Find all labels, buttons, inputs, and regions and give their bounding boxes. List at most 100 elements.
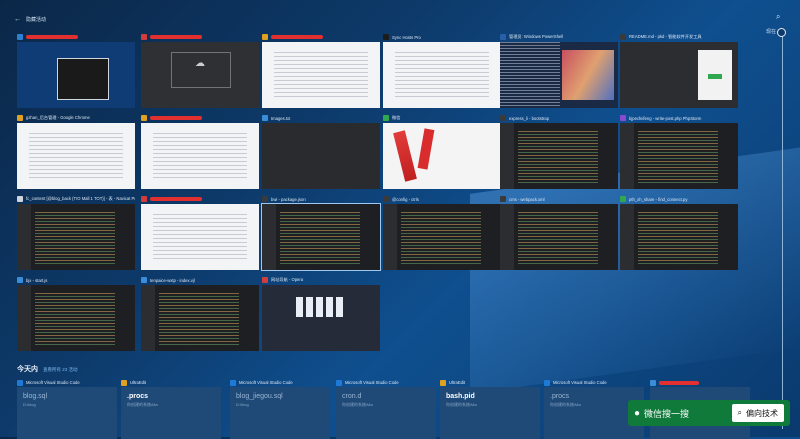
- window-title: fc_content [@blog_back (TIO Mall 1 TOT)]…: [26, 196, 135, 201]
- window-card[interactable]: Sync Hosts Pro: [383, 32, 501, 108]
- window-card[interactable]: tenpaice-wxtp - index.vjl: [141, 275, 259, 351]
- window-card[interactable]: Images.txt: [262, 113, 380, 189]
- file-location: D:\blog: [23, 402, 36, 407]
- app-icon: [500, 196, 506, 202]
- redacted-title: [26, 35, 78, 39]
- file-location: 你创建的系统Alla: [342, 402, 373, 407]
- window-card[interactable]: README.md - pkd - 智能软件开发工具: [620, 32, 738, 108]
- window-card-header: Sync Hosts Pro: [383, 32, 501, 42]
- app-icon: [141, 277, 147, 283]
- today-section-title: 今天内 查看所有 23 活动: [17, 364, 78, 374]
- window-card[interactable]: [262, 32, 380, 108]
- window-thumbnail[interactable]: [262, 123, 380, 189]
- window-card[interactable]: pth_xh_share - find_connect.py: [620, 194, 738, 270]
- wechat-label: 微信搜一搜: [644, 408, 690, 419]
- window-thumbnail[interactable]: [500, 42, 618, 108]
- window-card[interactable]: [141, 194, 259, 270]
- window-title: README.md - pkd - 智能软件开发工具: [629, 34, 702, 39]
- recent-file-card[interactable]: UltraEdit .procs 你创建的系统Alla: [121, 378, 221, 439]
- window-thumbnail[interactable]: [17, 123, 135, 189]
- wechat-search-text: 偏向技术: [746, 408, 778, 418]
- app-name: Microsoft Visual Studio Code: [553, 380, 607, 385]
- app-icon: [17, 34, 23, 40]
- window-thumbnail[interactable]: [500, 204, 618, 270]
- window-thumbnail[interactable]: [500, 123, 618, 189]
- file-card-body[interactable]: blog.sql D:\blog: [17, 387, 117, 439]
- window-title: 微信: [392, 115, 401, 120]
- file-location: 你创建的系统Alla: [550, 402, 581, 407]
- window-thumbnail[interactable]: [261, 203, 381, 271]
- window-thumbnail[interactable]: [141, 42, 259, 108]
- window-card[interactable]: 管理员: Windows PowerShell: [500, 32, 618, 108]
- recent-file-card[interactable]: Microsoft Visual Studio Code cron.d 你创建的系统…: [336, 378, 436, 439]
- window-card-header: [17, 32, 135, 42]
- recent-file-card[interactable]: Microsoft Visual Studio Code blog.sql D:\b…: [17, 378, 117, 439]
- timeline-track[interactable]: [782, 34, 783, 429]
- window-thumbnail[interactable]: [620, 204, 738, 270]
- window-card[interactable]: 微信: [383, 113, 501, 189]
- see-all-activities-link[interactable]: 查看所有 23 活动: [43, 367, 78, 372]
- window-card[interactable]: bwi - package.json: [261, 194, 381, 271]
- app-name: UltraEdit: [449, 380, 466, 385]
- app-name: UltraEdit: [130, 380, 147, 385]
- window-thumbnail[interactable]: [17, 285, 135, 351]
- window-card[interactable]: [141, 113, 259, 189]
- wechat-search-pill: ⌕ 偏向技术: [731, 404, 784, 422]
- app-icon: [544, 379, 550, 386]
- file-card-body[interactable]: bash.pid 你创建的系统Alla: [440, 387, 540, 439]
- window-card[interactable]: fc_content [@blog_back (TIO Mall 1 TOT)]…: [17, 194, 135, 270]
- window-thumbnail[interactable]: [141, 204, 259, 270]
- timeline-now-label: 现在: [766, 29, 777, 35]
- app-icon: [336, 379, 342, 386]
- top-bar: ← 隐藏活动: [14, 12, 46, 26]
- app-icon: [262, 196, 268, 202]
- window-card[interactable]: [17, 32, 135, 108]
- app-icon: [440, 379, 446, 386]
- file-name: blog_jiegou.sql: [236, 393, 283, 400]
- file-card-header: UltraEdit: [440, 378, 540, 387]
- window-thumbnail[interactable]: [17, 204, 135, 270]
- window-card[interactable]: gzhan_后台管理 - Google Chrome: [17, 113, 135, 189]
- redacted-title: [150, 35, 202, 39]
- window-card[interactable]: @config - ctrls: [383, 194, 501, 270]
- window-thumbnail[interactable]: [383, 123, 501, 189]
- window-card[interactable]: [141, 32, 259, 108]
- window-card-header: [141, 113, 259, 123]
- app-icon: [620, 115, 626, 121]
- window-title: Sync Hosts Pro: [392, 34, 421, 40]
- window-thumbnail[interactable]: [17, 42, 135, 108]
- window-card[interactable]: cms - webpack.xml: [500, 194, 618, 270]
- window-card[interactable]: express_li - bootstrap: [500, 113, 618, 189]
- file-name: .procs: [550, 393, 570, 400]
- redacted-title: [659, 380, 699, 385]
- file-card-body[interactable]: blog_jiegou.sql D:\blog: [230, 387, 330, 439]
- hide-activity-link[interactable]: 隐藏活动: [26, 16, 46, 23]
- window-thumbnail[interactable]: [620, 42, 738, 108]
- file-card-body[interactable]: .procs 你创建的系统Alla: [121, 387, 221, 439]
- window-card-header: [141, 32, 259, 42]
- window-thumbnail[interactable]: [383, 204, 501, 270]
- window-card-header: 微信: [383, 113, 501, 123]
- window-title: pth_xh_share - find_connect.py: [629, 196, 688, 202]
- window-card-header: @config - ctrls: [383, 194, 501, 204]
- window-thumbnail[interactable]: [620, 123, 738, 189]
- window-thumbnail[interactable]: [383, 42, 501, 108]
- recent-file-card[interactable]: UltraEdit bash.pid 你创建的系统Alla: [440, 378, 540, 439]
- window-thumbnail[interactable]: [262, 285, 380, 351]
- window-title: tenpaice-wxtp - index.vjl: [150, 277, 195, 283]
- recent-file-card[interactable]: Microsoft Visual Studio Code blog_jiegou.…: [230, 378, 330, 439]
- window-thumbnail[interactable]: [262, 42, 380, 108]
- back-arrow-icon[interactable]: ←: [14, 16, 21, 23]
- window-card-header: [141, 194, 259, 204]
- window-thumbnail[interactable]: [141, 123, 259, 189]
- search-icon[interactable]: ⌕: [776, 12, 780, 22]
- window-card[interactable]: bjx - start.js: [17, 275, 135, 351]
- app-icon: [17, 277, 23, 283]
- timeline-knob[interactable]: [777, 28, 786, 37]
- window-card[interactable]: 网站导航 - Opera: [262, 275, 380, 351]
- window-title: bjpecfeifeng - write-post.php PhpStorm: [629, 115, 702, 121]
- window-thumbnail[interactable]: [141, 285, 259, 351]
- file-card-body[interactable]: cron.d 你创建的系统Alla: [336, 387, 436, 439]
- window-card[interactable]: bjpecfeifeng - write-post.php PhpStorm: [620, 113, 738, 189]
- app-icon: [262, 277, 268, 283]
